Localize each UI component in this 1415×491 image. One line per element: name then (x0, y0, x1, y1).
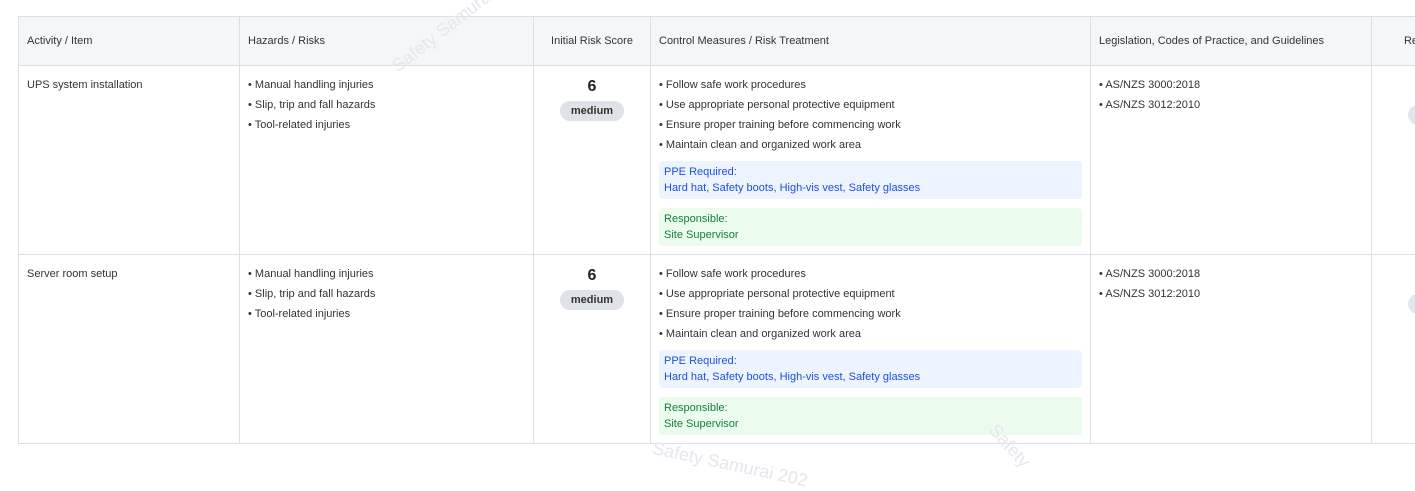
risk-level-badge: medium (560, 101, 624, 121)
legislation-cell: AS/NZS 3000:2018 AS/NZS 3012:2010 (1091, 66, 1372, 255)
risk-level-badge: medium (560, 290, 624, 310)
header-legislation: Legislation, Codes of Practice, and Guid… (1091, 17, 1372, 66)
list-item: Slip, trip and fall hazards (248, 95, 525, 115)
header-activity: Activity / Item (19, 17, 240, 66)
ppe-required-box: PPE Required: Hard hat, Safety boots, Hi… (659, 350, 1082, 388)
residual-risk-badge (1408, 294, 1415, 314)
control-measures-cell: Follow safe work procedures Use appropri… (651, 255, 1091, 444)
ppe-label: PPE Required: (664, 353, 1077, 369)
risk-score-value: 6 (542, 77, 642, 97)
list-item: Manual handling injuries (248, 264, 525, 284)
watermark-text: Safety Samurai 202 (651, 438, 810, 491)
table-row: UPS system installation Manual handling … (19, 66, 1415, 255)
list-item: Maintain clean and organized work area (659, 324, 1082, 344)
risk-assessment-table: Activity / Item Hazards / Risks Initial … (18, 16, 1415, 444)
list-item: AS/NZS 3000:2018 (1099, 75, 1363, 95)
residual-risk-cell (1372, 66, 1415, 255)
initial-risk-score-cell: 6 medium (534, 66, 651, 255)
initial-risk-score-cell: 6 medium (534, 255, 651, 444)
ppe-value: Hard hat, Safety boots, High-vis vest, S… (664, 180, 1077, 196)
list-item: Manual handling injuries (248, 75, 525, 95)
header-initial-risk-score: Initial Risk Score (534, 17, 651, 66)
responsible-box: Responsible: Site Supervisor (659, 397, 1082, 435)
controls-list: Follow safe work procedures Use appropri… (659, 264, 1082, 344)
hazards-cell: Manual handling injuries Slip, trip and … (240, 255, 534, 444)
table-row: Server room setup Manual handling injuri… (19, 255, 1415, 444)
responsible-box: Responsible: Site Supervisor (659, 208, 1082, 246)
table-header-row: Activity / Item Hazards / Risks Initial … (19, 17, 1415, 66)
list-item: Tool-related injuries (248, 115, 525, 135)
list-item: Ensure proper training before commencing… (659, 304, 1082, 324)
ppe-required-box: PPE Required: Hard hat, Safety boots, Hi… (659, 161, 1082, 199)
legislation-list: AS/NZS 3000:2018 AS/NZS 3012:2010 (1099, 75, 1363, 115)
risk-assessment-table-container[interactable]: Activity / Item Hazards / Risks Initial … (18, 16, 1415, 444)
hazards-list: Manual handling injuries Slip, trip and … (248, 264, 525, 324)
list-item: Use appropriate personal protective equi… (659, 284, 1082, 304)
legislation-cell: AS/NZS 3000:2018 AS/NZS 3012:2010 (1091, 255, 1372, 444)
activity-cell: UPS system installation (19, 66, 240, 255)
hazards-list: Manual handling injuries Slip, trip and … (248, 75, 525, 135)
list-item: AS/NZS 3000:2018 (1099, 264, 1363, 284)
header-residual-risk: Resi (1372, 17, 1415, 66)
residual-risk-cell (1372, 255, 1415, 444)
header-hazards: Hazards / Risks (240, 17, 534, 66)
responsible-label: Responsible: (664, 400, 1077, 416)
list-item: Use appropriate personal protective equi… (659, 95, 1082, 115)
list-item: Follow safe work procedures (659, 264, 1082, 284)
activity-cell: Server room setup (19, 255, 240, 444)
list-item: Tool-related injuries (248, 304, 525, 324)
list-item: AS/NZS 3012:2010 (1099, 284, 1363, 304)
responsible-value: Site Supervisor (664, 227, 1077, 243)
ppe-label: PPE Required: (664, 164, 1077, 180)
ppe-value: Hard hat, Safety boots, High-vis vest, S… (664, 369, 1077, 385)
list-item: Maintain clean and organized work area (659, 135, 1082, 155)
list-item: Follow safe work procedures (659, 75, 1082, 95)
residual-risk-badge (1408, 105, 1415, 125)
responsible-label: Responsible: (664, 211, 1077, 227)
control-measures-cell: Follow safe work procedures Use appropri… (651, 66, 1091, 255)
risk-score-value: 6 (542, 266, 642, 286)
list-item: Slip, trip and fall hazards (248, 284, 525, 304)
controls-list: Follow safe work procedures Use appropri… (659, 75, 1082, 155)
header-control-measures: Control Measures / Risk Treatment (651, 17, 1091, 66)
hazards-cell: Manual handling injuries Slip, trip and … (240, 66, 534, 255)
legislation-list: AS/NZS 3000:2018 AS/NZS 3012:2010 (1099, 264, 1363, 304)
responsible-value: Site Supervisor (664, 416, 1077, 432)
list-item: Ensure proper training before commencing… (659, 115, 1082, 135)
list-item: AS/NZS 3012:2010 (1099, 95, 1363, 115)
